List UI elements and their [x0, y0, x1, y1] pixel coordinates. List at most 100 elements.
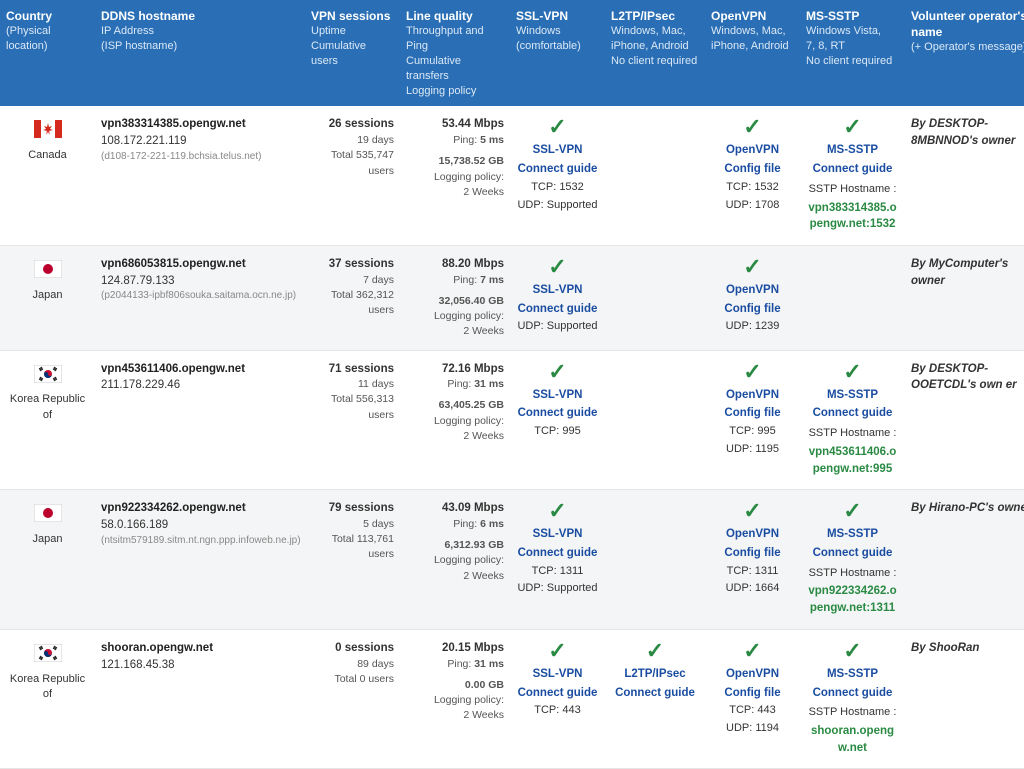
cell-l2tp: ✓L2TP/IPsecConnect guide — [605, 629, 705, 769]
sstp-hostname[interactable]: shooran.opengw.net — [806, 723, 899, 756]
col-sstp[interactable]: MS-SSTP Windows Vista, 7, 8, RT No clien… — [800, 0, 905, 106]
sstp-hostname-label: SSTP Hostname : — [806, 426, 899, 442]
openvpn-config-link[interactable]: Config file — [711, 405, 794, 422]
throughput: 72.16 Mbps — [406, 361, 504, 378]
openvpn-config-link[interactable]: Config file — [711, 685, 794, 702]
cell-l2tp — [605, 350, 705, 490]
sstp-hostname[interactable]: vpn453611406.opengw.net:995 — [806, 444, 899, 477]
ssl-vpn-connect-guide[interactable]: Connect guide — [516, 301, 599, 318]
cell-openvpn: ✓ OpenVPN Config fileUDP: 1239 — [705, 246, 800, 351]
l2tp-link[interactable]: L2TP/IPsec — [611, 666, 699, 683]
col-country[interactable]: Country (Physical location) — [0, 0, 95, 106]
country-name: Korea Republic of — [6, 672, 89, 704]
ovpn-tcp-port: TCP: 1311 — [711, 564, 794, 580]
ssl-vpn-connect-guide[interactable]: Connect guide — [516, 685, 599, 702]
sessions-count: 37 sessions — [311, 256, 394, 273]
col-line[interactable]: Line quality Throughput and Ping Cumulat… — [400, 0, 510, 106]
sstp-hostname-label: SSTP Hostname : — [806, 566, 899, 582]
ssl-vpn-link[interactable]: SSL-VPN — [516, 282, 599, 299]
ovpn-udp-port: UDP: 1194 — [711, 721, 794, 737]
cell-openvpn: ✓OpenVPNConfig fileTCP: 1532UDP: 1708 — [705, 106, 800, 245]
sstp-connect-guide[interactable]: Connect guide — [806, 405, 899, 422]
table-row: Japanvpn686053815.opengw.net124.87.79.13… — [0, 246, 1024, 351]
operator-name: By Hirano-PC's owner — [911, 500, 1024, 517]
ssl-vpn-link[interactable]: SSL-VPN — [516, 526, 599, 543]
operator-name: By DESKTOP-OOETCDL's own er — [911, 361, 1024, 394]
cell-operator: By MyComputer's owner — [905, 246, 1024, 351]
ip-address: 121.168.45.38 — [101, 657, 299, 674]
cell-country: Korea Republic of — [0, 629, 95, 769]
openvpn-config-link[interactable]: Config file — [711, 545, 794, 562]
ping: Ping: 31 ms — [406, 377, 504, 392]
cell-country: Canada — [0, 106, 95, 245]
ovpn-udp-port: UDP: 1664 — [711, 581, 794, 597]
ovpn-udp-port: UDP: 1239 — [711, 319, 794, 335]
cell-operator: By Hirano-PC's owner — [905, 490, 1024, 630]
openvpn-label: OpenVPN — [711, 142, 794, 159]
uptime: 5 days — [311, 517, 394, 532]
ssl-vpn-connect-guide[interactable]: Connect guide — [516, 545, 599, 562]
ssl-vpn-link[interactable]: SSL-VPN — [516, 142, 599, 159]
ssl-vpn-link[interactable]: SSL-VPN — [516, 666, 599, 683]
ip-address: 58.0.166.189 — [101, 517, 299, 534]
ovpn-tcp-port: TCP: 995 — [711, 424, 794, 440]
flag-icon — [34, 365, 62, 383]
ssl-vpn-link[interactable]: SSL-VPN — [516, 387, 599, 404]
openvpn-config-link[interactable]: Config file — [711, 301, 794, 318]
cell-line-quality: 72.16 MbpsPing: 31 ms63,405.25 GBLogging… — [400, 350, 510, 490]
ssl-tcp-port: TCP: 1311 — [516, 564, 599, 580]
col-l2tp[interactable]: L2TP/IPsec Windows, Mac, iPhone, Android… — [605, 0, 705, 106]
sstp-connect-guide[interactable]: Connect guide — [806, 685, 899, 702]
sstp-connect-guide[interactable]: Connect guide — [806, 545, 899, 562]
table-row: Canadavpn383314385.opengw.net108.172.221… — [0, 106, 1024, 245]
cell-ms-sstp: ✓MS-SSTPConnect guideSSTP Hostname :shoo… — [800, 629, 905, 769]
openvpn-config-link[interactable]: Config file — [711, 161, 794, 178]
logging-policy-label: Logging policy: — [406, 170, 504, 185]
cell-operator: By DESKTOP-8MBNNOD's owner — [905, 106, 1024, 245]
openvpn-label: OpenVPN — [711, 666, 794, 683]
throughput: 20.15 Mbps — [406, 640, 504, 657]
sstp-connect-guide[interactable]: Connect guide — [806, 161, 899, 178]
ip-address: 108.172.221.119 — [101, 133, 299, 150]
sstp-hostname-label: SSTP Hostname : — [806, 182, 899, 198]
sstp-hostname[interactable]: vpn383314385.opengw.net:1532 — [806, 200, 899, 233]
cumulative-users: Total 362,312 users — [311, 288, 394, 318]
cumulative-users: Total 0 users — [311, 672, 394, 687]
sessions-count: 79 sessions — [311, 500, 394, 517]
col-ssl[interactable]: SSL-VPN Windows (comfortable) — [510, 0, 605, 106]
logging-policy-value: 2 Weeks — [406, 429, 504, 444]
check-icon: ✓ — [743, 256, 761, 278]
col-ovpn[interactable]: OpenVPN Windows, Mac, iPhone, Android — [705, 0, 800, 106]
cumulative-users: Total 113,761 users — [311, 532, 394, 562]
l2tp-connect-guide[interactable]: Connect guide — [611, 685, 699, 702]
cell-ddns: vpn922334262.opengw.net58.0.166.189(ntsi… — [95, 490, 305, 630]
sstp-hostname[interactable]: vpn922334262.opengw.net:1311 — [806, 583, 899, 616]
sessions-count: 0 sessions — [311, 640, 394, 657]
check-icon: ✓ — [548, 116, 566, 138]
ssl-udp-supported: UDP: Supported — [516, 581, 599, 597]
col-sessions[interactable]: VPN sessions Uptime Cumulative users — [305, 0, 400, 106]
col-ddns[interactable]: DDNS hostname IP Address (ISP hostname) — [95, 0, 305, 106]
sessions-count: 26 sessions — [311, 116, 394, 133]
ssl-vpn-connect-guide[interactable]: Connect guide — [516, 161, 599, 178]
table-row: Japanvpn922334262.opengw.net58.0.166.189… — [0, 490, 1024, 630]
uptime: 19 days — [311, 133, 394, 148]
cell-openvpn: ✓OpenVPNConfig fileTCP: 995UDP: 1195 — [705, 350, 800, 490]
sstp-label: MS-SSTP — [806, 666, 899, 683]
operator-name: By ShooRan — [911, 640, 1024, 657]
flag-icon — [34, 260, 62, 278]
cell-line-quality: 88.20 MbpsPing: 7 ms32,056.40 GBLogging … — [400, 246, 510, 351]
ssl-vpn-connect-guide[interactable]: Connect guide — [516, 405, 599, 422]
ping: Ping: 7 ms — [406, 273, 504, 288]
logging-policy-value: 2 Weeks — [406, 708, 504, 723]
cumulative-users: Total 556,313 users — [311, 392, 394, 422]
country-name: Japan — [6, 288, 89, 304]
sessions-count: 71 sessions — [311, 361, 394, 378]
cell-ssl-vpn: ✓SSL-VPNConnect guideUDP: Supported — [510, 246, 605, 351]
country-name: Canada — [6, 148, 89, 164]
cell-sessions: 37 sessions7 daysTotal 362,312 users — [305, 246, 400, 351]
ddns-hostname: vpn922334262.opengw.net — [101, 500, 299, 517]
openvpn-label: OpenVPN — [711, 282, 794, 299]
check-icon: ✓ — [743, 640, 761, 662]
col-operator[interactable]: Volunteer operator's name (+ Operator's … — [905, 0, 1024, 106]
